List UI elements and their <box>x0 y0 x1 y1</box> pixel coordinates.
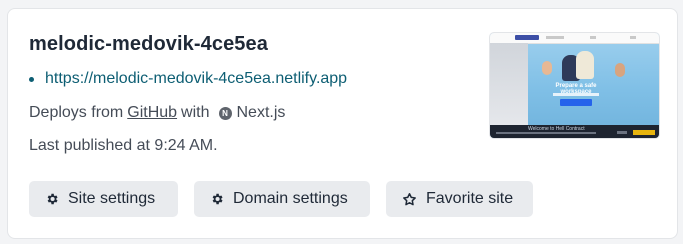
preview-cta <box>560 99 592 106</box>
site-card: melodic-medovik-4ce5ea https://melodic-m… <box>7 8 678 239</box>
deploy-info: Deploys from GitHub with N Next.js <box>29 104 285 122</box>
domain-settings-button[interactable]: Domain settings <box>194 181 370 217</box>
preview-side-panel <box>490 43 528 125</box>
site-name[interactable]: melodic-medovik-4ce5ea <box>29 33 268 56</box>
preview-cookie-text <box>496 132 596 134</box>
preview-hand <box>542 61 552 75</box>
domain-settings-label: Domain settings <box>233 190 348 207</box>
preview-subtitle <box>553 93 599 96</box>
site-settings-button[interactable]: Site settings <box>29 181 178 217</box>
favorite-site-button[interactable]: Favorite site <box>386 181 533 217</box>
preview-nav-item <box>590 36 596 39</box>
site-preview-thumbnail[interactable]: Prepare a safe workspace Welcome to Hell… <box>490 33 659 138</box>
gear-icon <box>47 193 58 205</box>
site-url-link[interactable]: https://melodic-medovik-4ce5ea.netlify.a… <box>45 70 347 88</box>
deploy-source-link[interactable]: GitHub <box>127 104 177 122</box>
preview-nav-item <box>546 36 564 39</box>
preview-footer-bar: Welcome to Hell Contract <box>490 125 659 138</box>
last-published: Last published at 9:24 AM. <box>29 137 218 154</box>
gear-icon <box>212 193 223 205</box>
preview-cookie-decline <box>617 131 627 134</box>
deploy-framework: Next.js <box>236 104 286 121</box>
deploy-with: with <box>181 104 210 121</box>
preview-cookie-accept <box>633 130 655 135</box>
site-settings-label: Site settings <box>68 190 156 207</box>
star-icon <box>403 192 416 205</box>
preview-logo <box>515 35 539 40</box>
preview-nav-item <box>630 36 636 39</box>
preview-figure <box>576 51 594 79</box>
nextjs-icon: N <box>218 106 232 120</box>
status-bullet <box>29 76 34 82</box>
deploy-prefix: Deploys from <box>29 104 124 121</box>
site-url-row: https://melodic-medovik-4ce5ea.netlify.a… <box>29 70 347 88</box>
favorite-site-label: Favorite site <box>426 190 514 207</box>
preview-hand <box>615 63 625 77</box>
